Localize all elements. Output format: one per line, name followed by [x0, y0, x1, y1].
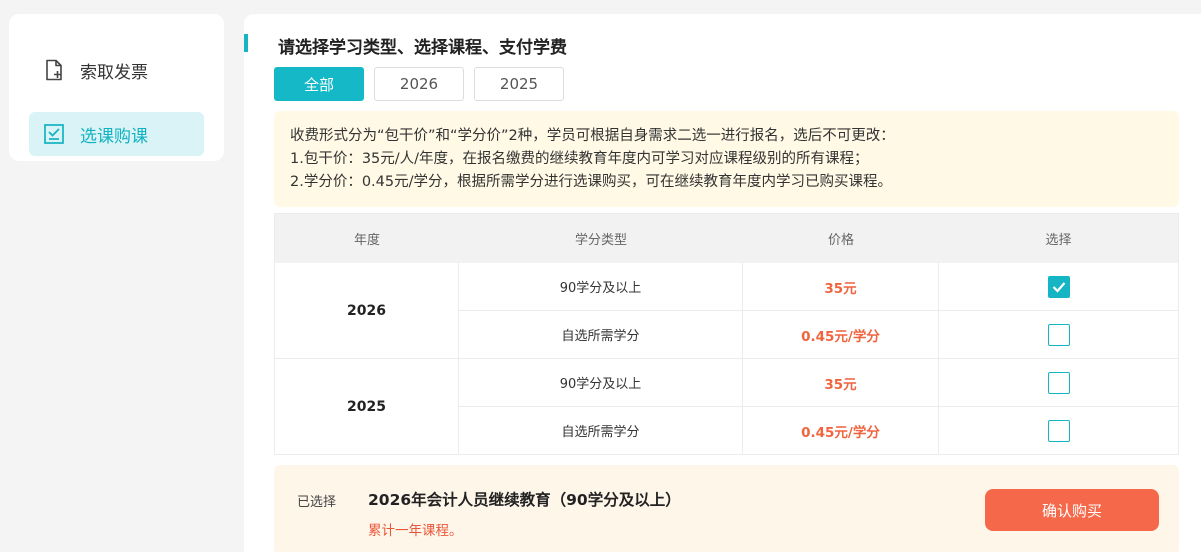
- price-cell: 0.45元/学分: [743, 407, 939, 454]
- header-year: 年度: [353, 233, 380, 248]
- sidebar-item-course-purchase[interactable]: 选课购课: [29, 112, 204, 156]
- price-cell: 35元: [743, 263, 939, 310]
- table-header: 年度 学分类型 价格 选择: [275, 214, 1178, 263]
- course-table: 年度 学分类型 价格 选择 2026 90学分及以上 35元 自选所需学分 0.…: [274, 213, 1179, 455]
- header-price: 价格: [827, 233, 854, 248]
- checkmark-icon: [1052, 281, 1065, 293]
- sidebar-item-label: 选课购课: [80, 126, 148, 147]
- invoice-add-icon: [43, 59, 65, 81]
- sidebar-item-invoice[interactable]: 索取发票: [29, 48, 204, 92]
- select-cell: [939, 359, 1178, 406]
- title-accent-bar: [244, 34, 248, 52]
- tab-2026[interactable]: 2026: [374, 67, 464, 101]
- select-checkbox[interactable]: [1047, 371, 1070, 394]
- table-row: 90学分及以上 35元: [459, 263, 1178, 311]
- credit-type-cell: 90学分及以上: [459, 263, 743, 310]
- main-panel: 请选择学习类型、选择课程、支付学费 全部 2026 2025 收费形式分为“包干…: [244, 14, 1201, 552]
- credit-type-cell: 自选所需学分: [459, 407, 743, 454]
- year-cell: 2026: [275, 263, 459, 359]
- select-cell: [939, 407, 1178, 454]
- table-row: 自选所需学分 0.45元/学分: [459, 311, 1178, 359]
- selected-label: 已选择: [297, 495, 337, 510]
- select-cell: [939, 263, 1178, 310]
- selected-note: 累计一年课程。: [368, 523, 463, 539]
- selected-course: 2026年会计人员继续教育（90学分及以上）: [368, 491, 681, 509]
- selection-bar: 已选择 2026年会计人员继续教育（90学分及以上） 累计一年课程。 确认购买: [274, 465, 1179, 552]
- select-checkbox[interactable]: [1047, 419, 1070, 442]
- credit-type-cell: 自选所需学分: [459, 311, 743, 358]
- select-cell: [939, 311, 1178, 358]
- tab-all[interactable]: 全部: [274, 67, 364, 101]
- fee-notice: 收费形式分为“包干价”和“学分价”2种，学员可根据自身需求二选一进行报名，选后不…: [274, 111, 1179, 207]
- checklist-icon: [43, 123, 65, 145]
- select-checkbox[interactable]: [1047, 275, 1070, 298]
- confirm-purchase-button[interactable]: 确认购买: [985, 489, 1159, 531]
- sidebar-item-label: 索取发票: [80, 62, 148, 83]
- price-cell: 35元: [743, 359, 939, 406]
- notice-line: 收费形式分为“包干价”和“学分价”2种，学员可根据自身需求二选一进行报名，选后不…: [290, 128, 895, 144]
- price-cell: 0.45元/学分: [743, 311, 939, 358]
- year-cell: 2025: [275, 359, 459, 455]
- notice-line: 2.学分价：0.45元/学分，根据所需学分进行选课购买，可在继续教育年度内学习已…: [290, 174, 893, 190]
- credit-type-cell: 90学分及以上: [459, 359, 743, 406]
- page-title: 请选择学习类型、选择课程、支付学费: [278, 38, 567, 58]
- header-select: 选择: [1045, 233, 1072, 248]
- header-credit-type: 学分类型: [574, 233, 627, 248]
- select-checkbox[interactable]: [1047, 323, 1070, 346]
- tab-2025[interactable]: 2025: [474, 67, 564, 101]
- table-row: 自选所需学分 0.45元/学分: [459, 407, 1178, 455]
- table-row: 90学分及以上 35元: [459, 359, 1178, 407]
- sidebar: 索取发票 选课购课: [9, 14, 224, 161]
- notice-line: 1.包干价：35元/人/年度，在报名缴费的继续教育年度内可学习对应课程级别的所有…: [290, 151, 869, 167]
